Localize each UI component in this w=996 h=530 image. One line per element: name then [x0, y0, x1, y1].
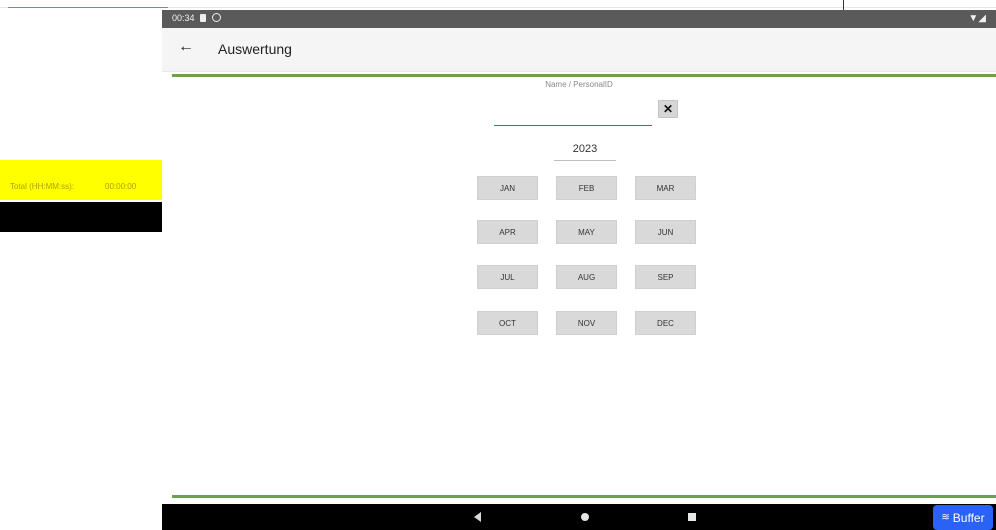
month-button-oct[interactable]: OCT [477, 311, 538, 335]
month-button-mar[interactable]: MAR [635, 176, 696, 200]
month-button-dec[interactable]: DEC [635, 311, 696, 335]
name-field-label: Name / PersonalID [545, 80, 613, 89]
sync-icon [212, 13, 221, 22]
nav-back-icon[interactable] [474, 512, 481, 522]
top-divider [172, 74, 996, 77]
month-button-aug[interactable]: AUG [556, 265, 617, 289]
name-personalid-input[interactable] [494, 106, 652, 126]
status-bar: 00:34 ▼◢ [162, 10, 996, 28]
background-black-panel [0, 202, 165, 232]
sd-card-icon [200, 14, 206, 22]
total-value: 00:00:00 [105, 182, 137, 191]
month-button-jan[interactable]: JAN [477, 176, 538, 200]
month-button-sep[interactable]: SEP [635, 265, 696, 289]
nav-home-icon[interactable] [581, 513, 589, 521]
year-selector[interactable]: 2023 [554, 143, 616, 161]
page-title: Auswertung [218, 41, 292, 57]
month-button-feb[interactable]: FEB [556, 176, 617, 200]
nav-recents-icon[interactable] [688, 513, 696, 521]
month-button-nov[interactable]: NOV [556, 311, 617, 335]
status-time: 00:34 [172, 13, 195, 23]
month-button-may[interactable]: MAY [556, 220, 617, 244]
wifi-signal-icon: ▼◢ [968, 13, 986, 24]
app-bar: ← Auswertung [162, 28, 996, 72]
background-field-underline [8, 7, 168, 8]
month-button-jul[interactable]: JUL [477, 265, 538, 289]
month-button-jun[interactable]: JUN [635, 220, 696, 244]
buffer-button[interactable]: ≋ Buffer [933, 505, 993, 530]
month-button-apr[interactable]: APR [477, 220, 538, 244]
bottom-divider [172, 495, 996, 498]
total-label: Total (HH:MM:ss): [10, 182, 74, 191]
device-screen: 00:34 ▼◢ ← Auswertung Name / PersonalID … [162, 10, 996, 530]
system-nav-bar [162, 504, 996, 530]
back-arrow-icon[interactable]: ← [178, 38, 194, 56]
clear-button[interactable]: ✕ [658, 100, 678, 118]
screen: Total (HH:MM:ss): 00:00:00 00:34 ▼◢ ← Au… [0, 0, 996, 530]
total-bar: Total (HH:MM:ss): 00:00:00 [0, 160, 165, 200]
layers-icon: ≋ [941, 512, 950, 523]
buffer-label: Buffer [952, 510, 985, 525]
